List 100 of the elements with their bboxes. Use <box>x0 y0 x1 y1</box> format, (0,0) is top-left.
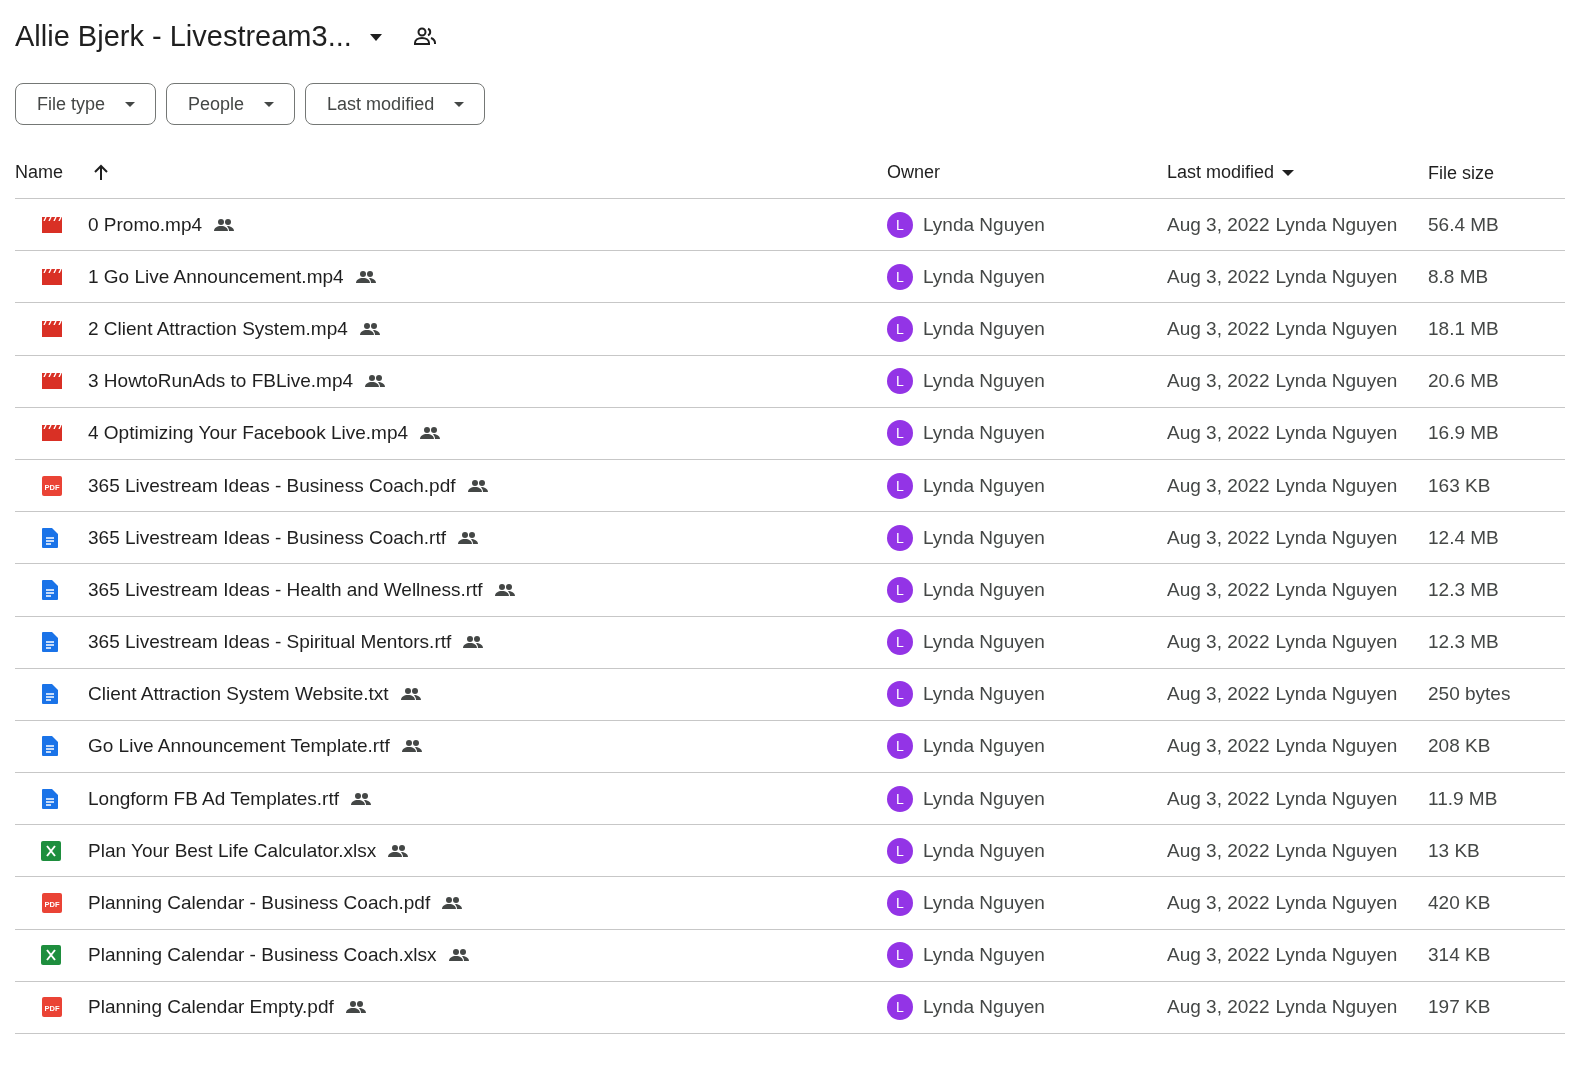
file-name[interactable]: Longform FB Ad Templates.rtf <box>88 787 339 810</box>
people-icon <box>214 218 235 231</box>
file-size: 12.3 MB <box>1428 631 1499 653</box>
people-icon <box>351 792 371 805</box>
avatar: L <box>887 733 913 760</box>
avatar: L <box>887 576 913 603</box>
caret-icon <box>454 101 465 107</box>
file-name[interactable]: Go Live Announcement Template.rtf <box>88 735 390 758</box>
modified-by: Lynda Nguyen <box>1275 839 1398 862</box>
modified-date: Aug 3, 2022 <box>1167 422 1270 445</box>
owner-name: Lynda Nguyen <box>923 996 1045 1019</box>
film-icon <box>41 215 63 234</box>
document-icon <box>41 631 59 654</box>
document-icon <box>41 683 59 706</box>
column-header[interactable]: File size <box>1428 163 1494 183</box>
modified-by: Lynda Nguyen <box>1275 578 1398 601</box>
file-name[interactable]: 3 HowtoRunAds to FBLive.mp4 <box>88 370 354 393</box>
file-name[interactable]: 1 Go Live Announcement.mp4 <box>88 265 344 288</box>
modified-date: Aug 3, 2022 <box>1167 265 1270 288</box>
people-icon[interactable] <box>413 27 436 45</box>
people-icon <box>463 636 484 649</box>
owner-name: Lynda Nguyen <box>923 422 1045 445</box>
modified-by: Lynda Nguyen <box>1275 370 1398 393</box>
avatar: L <box>887 837 913 864</box>
avatar: L <box>887 524 913 551</box>
file-name[interactable]: 2 Client Attraction System.mp4 <box>88 317 348 340</box>
film-icon <box>41 372 63 391</box>
people-icon <box>467 479 488 492</box>
file-size: 20.6 MB <box>1428 370 1499 392</box>
file-size: 12.4 MB <box>1428 526 1499 548</box>
file-name[interactable]: 0 Promo.mp4 <box>88 213 203 236</box>
avatar: L <box>887 315 913 342</box>
file-size: 314 KB <box>1428 944 1491 966</box>
modified-by: Lynda Nguyen <box>1275 422 1398 445</box>
modified-date: Aug 3, 2022 <box>1167 631 1270 654</box>
people-icon <box>355 270 376 283</box>
file-size: 420 KB <box>1428 892 1491 914</box>
owner-name: Lynda Nguyen <box>923 265 1045 288</box>
file-name[interactable]: Plan Your Best Life Calculator.xlsx <box>88 839 377 862</box>
modified-by: Lynda Nguyen <box>1275 265 1398 288</box>
modified-date: Aug 3, 2022 <box>1167 370 1270 393</box>
file-name[interactable]: 365 Livestream Ideas - Business Coach.rtf <box>88 526 446 549</box>
file-name[interactable]: 365 Livestream Ideas - Health and Wellness.rtf <box>88 578 483 601</box>
owner-name: Lynda Nguyen <box>923 944 1045 967</box>
modified-by: Lynda Nguyen <box>1275 683 1398 706</box>
modified-by: Lynda Nguyen <box>1275 474 1398 497</box>
film-icon <box>41 319 63 338</box>
spreadsheet-icon <box>41 840 61 861</box>
film-icon <box>41 424 63 443</box>
owner-name: Lynda Nguyen <box>923 839 1045 862</box>
modified-date: Aug 3, 2022 <box>1167 787 1270 810</box>
file-size: 8.8 MB <box>1428 265 1489 287</box>
file-name[interactable]: 4 Optimizing Your Facebook Live.mp4 <box>88 422 408 445</box>
file-size: 16.9 MB <box>1428 422 1499 444</box>
file-name[interactable]: Planning Calendar - Business Coach.pdf <box>88 892 431 915</box>
file-size: 56.4 MB <box>1428 213 1499 235</box>
owner-name: Lynda Nguyen <box>923 526 1045 549</box>
people-icon <box>401 740 422 753</box>
owner-name: Lynda Nguyen <box>923 578 1045 601</box>
people-icon <box>458 531 478 544</box>
owner-name: Lynda Nguyen <box>923 631 1045 654</box>
filter-dropdown[interactable]: File type <box>15 83 157 125</box>
document-icon <box>41 578 59 601</box>
file-name[interactable]: Planning Calendar Empty.pdf <box>88 996 334 1019</box>
people-icon <box>388 844 409 857</box>
modified-by: Lynda Nguyen <box>1275 631 1398 654</box>
modified-date: Aug 3, 2022 <box>1167 892 1270 915</box>
modified-date: Aug 3, 2022 <box>1167 944 1270 967</box>
modified-date: Aug 3, 2022 <box>1167 317 1270 340</box>
folder-title[interactable]: Allie Bjerk - Livestream3... <box>15 19 382 53</box>
caret-icon <box>369 33 382 41</box>
arrow-up-icon[interactable] <box>93 164 109 181</box>
caret-icon[interactable] <box>1282 169 1295 176</box>
people-icon <box>448 949 469 962</box>
modified-by: Lynda Nguyen <box>1275 526 1398 549</box>
file-size: 197 KB <box>1428 996 1491 1018</box>
file-name[interactable]: Client Attraction System Website.txt <box>88 683 389 706</box>
people-icon <box>494 583 515 596</box>
modified-date: Aug 3, 2022 <box>1167 526 1270 549</box>
people-icon <box>365 375 386 388</box>
avatar: L <box>887 942 913 969</box>
file-size: 250 bytes <box>1428 683 1511 705</box>
modified-by: Lynda Nguyen <box>1275 317 1398 340</box>
filter-dropdown[interactable]: People <box>166 83 296 125</box>
spreadsheet-icon <box>41 945 61 966</box>
column-header[interactable]: Name <box>15 162 63 183</box>
column-header[interactable]: Last modified <box>1167 162 1275 183</box>
modified-by: Lynda Nguyen <box>1275 944 1398 967</box>
people-icon <box>400 688 421 701</box>
caret-icon <box>264 101 275 107</box>
avatar: L <box>887 681 913 708</box>
column-header[interactable]: Owner <box>887 162 940 183</box>
file-name[interactable]: 365 Livestream Ideas - Spiritual Mentors.rtf <box>88 631 452 654</box>
file-name[interactable]: 365 Livestream Ideas - Business Coach.pdf <box>88 474 456 497</box>
filter-dropdown[interactable]: Last modified <box>305 83 486 125</box>
modified-date: Aug 3, 2022 <box>1167 839 1270 862</box>
file-name[interactable]: Planning Calendar - Business Coach.xlsx <box>88 944 437 967</box>
owner-name: Lynda Nguyen <box>923 213 1045 236</box>
people-icon <box>420 427 440 440</box>
avatar: L <box>887 629 913 656</box>
